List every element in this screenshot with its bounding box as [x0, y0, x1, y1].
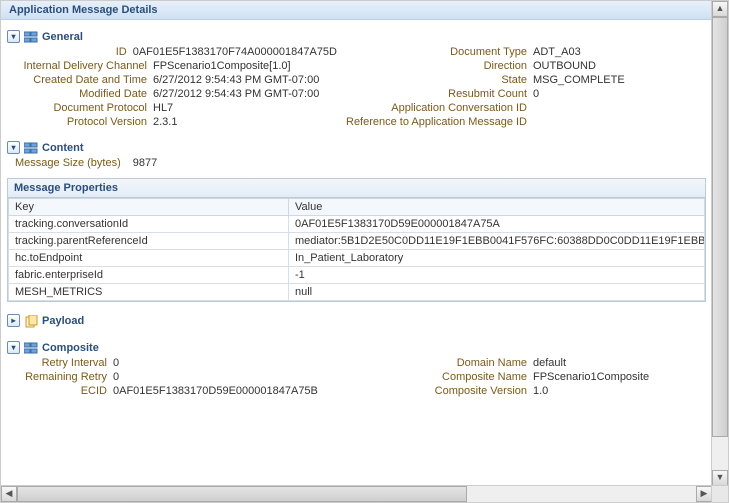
field-value: FPScenario1Composite[1.0] — [153, 60, 291, 72]
field-label: Remaining Retry — [7, 371, 113, 383]
prop-value: In_Patient_Laboratory — [289, 250, 705, 267]
field-value: default — [533, 357, 566, 369]
vertical-scrollbar[interactable]: ▲ ▼ — [711, 1, 728, 486]
field-label: Direction — [337, 60, 533, 72]
field-label: State — [337, 74, 533, 86]
field-value: MSG_COMPLETE — [533, 74, 625, 86]
scroll-thumb[interactable] — [17, 486, 467, 502]
scroll-down-icon[interactable]: ▼ — [712, 470, 728, 486]
message-properties-table: Key Value tracking.conversationId0AF01E5… — [8, 198, 705, 301]
payload-icon — [24, 315, 38, 327]
field-value: 9877 — [127, 157, 157, 169]
field-value: FPScenario1Composite — [533, 371, 649, 383]
table-row[interactable]: tracking.conversationId0AF01E5F1383170D5… — [9, 216, 705, 233]
disclosure-icon[interactable] — [7, 141, 20, 154]
scroll-corner — [711, 486, 728, 502]
section-title: Content — [42, 142, 84, 154]
disclosure-icon[interactable] — [7, 314, 20, 327]
horizontal-scrollbar[interactable]: ◀ ▶ — [1, 485, 728, 502]
field-label: Created Date and Time — [7, 74, 153, 86]
section-glyph-icon — [24, 142, 38, 154]
field-value: 0AF01E5F1383170F74A000001847A75D — [133, 46, 337, 58]
field-value: OUTBOUND — [533, 60, 596, 72]
prop-key: tracking.parentReferenceId — [9, 233, 289, 250]
column-header-value[interactable]: Value — [289, 199, 705, 216]
field-value: 2.3.1 — [153, 116, 177, 128]
prop-value: 0AF01E5F1383170D59E000001847A75A — [289, 216, 705, 233]
table-row[interactable]: tracking.parentReferenceIdmediator:5B1D2… — [9, 233, 705, 250]
section-content: Content Message Size (bytes)9877 Message… — [7, 139, 706, 302]
field-label: Retry Interval — [7, 357, 113, 369]
section-composite: Composite Retry Interval0 Remaining Retr… — [7, 339, 706, 398]
props-title: Message Properties — [8, 179, 705, 198]
field-value: 0 — [113, 371, 119, 383]
section-general: General ID0AF01E5F1383170F74A000001847A7… — [7, 28, 706, 129]
field-value: 6/27/2012 9:54:43 PM GMT-07:00 — [153, 88, 319, 100]
prop-value: -1 — [289, 267, 705, 284]
field-label: Internal Delivery Channel — [7, 60, 153, 72]
field-label: Document Type — [337, 46, 533, 58]
field-value: 0AF01E5F1383170D59E000001847A75B — [113, 385, 318, 397]
scroll-up-icon[interactable]: ▲ — [712, 1, 728, 17]
table-row[interactable]: fabric.enterpriseId-1 — [9, 267, 705, 284]
field-label: Modified Date — [7, 88, 153, 100]
field-label: Resubmit Count — [337, 88, 533, 100]
prop-key: tracking.conversationId — [9, 216, 289, 233]
field-label: Composite Name — [337, 371, 533, 383]
message-properties-panel: Message Properties Key Value tracking.co… — [7, 178, 706, 302]
field-value: 0 — [533, 88, 539, 100]
field-label: Document Protocol — [7, 102, 153, 114]
table-row[interactable]: MESH_METRICSnull — [9, 284, 705, 301]
section-title: Composite — [42, 342, 99, 354]
field-value: ADT_A03 — [533, 46, 581, 58]
scroll-thumb[interactable] — [712, 17, 728, 437]
field-label: Protocol Version — [7, 116, 153, 128]
section-title: General — [42, 31, 83, 43]
field-value: HL7 — [153, 102, 173, 114]
disclosure-icon[interactable] — [7, 30, 20, 43]
field-label: Reference to Application Message ID — [337, 116, 533, 128]
prop-key: fabric.enterpriseId — [9, 267, 289, 284]
prop-key: MESH_METRICS — [9, 284, 289, 301]
field-value: 1.0 — [533, 385, 548, 397]
field-label: Domain Name — [337, 357, 533, 369]
column-header-key[interactable]: Key — [9, 199, 289, 216]
prop-key: hc.toEndpoint — [9, 250, 289, 267]
field-label: ID — [7, 46, 133, 58]
prop-value: mediator:5B1D2E50C0DD11E19F1EBB0041F576F… — [289, 233, 705, 250]
section-glyph-icon — [24, 342, 38, 354]
field-value: 6/27/2012 9:54:43 PM GMT-07:00 — [153, 74, 319, 86]
section-glyph-icon — [24, 31, 38, 43]
field-label: Application Conversation ID — [337, 102, 533, 114]
field-label: ECID — [7, 385, 113, 397]
field-value: 0 — [113, 357, 119, 369]
disclosure-icon[interactable] — [7, 341, 20, 354]
table-row[interactable]: hc.toEndpointIn_Patient_Laboratory — [9, 250, 705, 267]
pane-title: Application Message Details — [1, 1, 712, 20]
field-label: Composite Version — [337, 385, 533, 397]
prop-value: null — [289, 284, 705, 301]
section-title: Payload — [42, 315, 84, 327]
scroll-left-icon[interactable]: ◀ — [1, 486, 17, 502]
scroll-right-icon[interactable]: ▶ — [696, 486, 712, 502]
section-payload: Payload — [7, 312, 706, 329]
field-label: Message Size (bytes) — [15, 157, 127, 169]
